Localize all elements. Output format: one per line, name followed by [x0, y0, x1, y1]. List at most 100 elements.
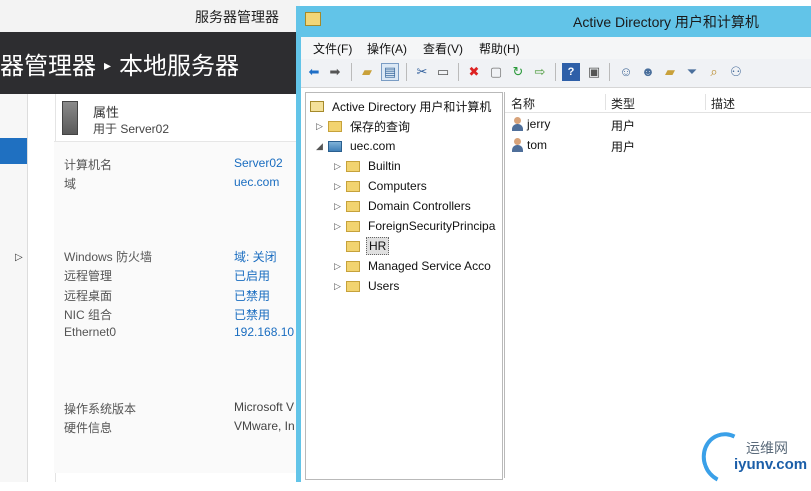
copy-icon[interactable]: ▭ — [434, 63, 452, 81]
property-value-firewall[interactable]: 域: 关闭 — [234, 248, 277, 265]
results-pane[interactable]: 名称 类型 描述 jerry 用户 tom 用户 — [504, 92, 811, 478]
aduc-root-icon — [310, 100, 324, 112]
breadcrumb-separator: ▸ — [104, 57, 112, 73]
properties-subtitle: 用于 Server02 — [93, 122, 170, 136]
property-value-os-version: Microsoft V — [234, 400, 295, 414]
tree-item-domain-controllers[interactable]: ▷ Domain Controllers — [334, 197, 473, 215]
delete-icon[interactable]: ✖ — [465, 63, 483, 81]
breadcrumb: 器管理器 ▸ 本地服务器 — [0, 46, 239, 81]
aduc-panes: Active Directory 用户和计算机 ▷ 保存的查询 ◢ uec.co… — [301, 88, 811, 482]
new-group-icon[interactable]: ☻ — [639, 63, 657, 81]
property-value-remote-management[interactable]: 已启用 — [234, 267, 270, 284]
up-folder-icon[interactable]: ▰ — [358, 63, 376, 81]
aduc-titlebar[interactable]: Active Directory 用户和计算机 — [296, 6, 811, 37]
tree-item-managed-service-accounts[interactable]: ▷ Managed Service Acco — [334, 257, 493, 275]
nav-item-local-server[interactable] — [0, 138, 27, 164]
property-value-hardware: VMware, In — [234, 419, 295, 433]
property-label-remote-management: 远程管理 — [64, 269, 113, 283]
ou-icon — [346, 240, 360, 252]
tree-item-domain[interactable]: ◢ uec.com — [316, 137, 397, 155]
forward-icon[interactable]: ➡ — [326, 63, 344, 81]
new-user-icon[interactable]: ☺ — [617, 63, 635, 81]
list-header: 名称 类型 描述 — [505, 92, 811, 113]
tree-item-foreign-security-principals[interactable]: ▷ ForeignSecurityPrincipa — [334, 217, 497, 235]
user-name: jerry — [527, 117, 551, 131]
property-label-computer-name: 计算机名 — [64, 158, 113, 172]
watermark-line2: iyunv.com — [734, 456, 808, 473]
collapse-arrow-icon[interactable]: ◢ — [316, 141, 328, 152]
watermark-logo: 运维网 iyunv.com — [694, 425, 811, 491]
aduc-title: Active Directory 用户和计算机 — [573, 14, 759, 30]
server-manager-nav: ▷ — [0, 94, 28, 482]
user-icon — [512, 138, 523, 152]
property-label-nic-teaming: NIC 组合 — [64, 308, 113, 322]
menu-action[interactable]: 操作(A) — [367, 40, 407, 57]
add-to-group-icon[interactable]: ⚇ — [727, 63, 745, 81]
tree-item-hr[interactable]: HR — [334, 237, 390, 255]
property-value-ethernet0[interactable]: 192.168.10 — [234, 325, 294, 339]
menubar: 文件(F) 操作(A) 查看(V) 帮助(H) — [301, 37, 811, 59]
property-label-remote-desktop: 远程桌面 — [64, 289, 113, 303]
list-item[interactable]: jerry 用户 — [505, 114, 811, 134]
property-label-ethernet0: Ethernet0 — [64, 325, 117, 339]
property-value-nic-teaming[interactable]: 已禁用 — [234, 306, 270, 323]
property-label-os-version: 操作系统版本 — [64, 402, 137, 416]
server-manager-title: 服务器管理器 — [195, 9, 279, 25]
find-icon[interactable]: ⌕ — [705, 63, 723, 81]
folder-icon — [328, 120, 342, 132]
menu-help[interactable]: 帮助(H) — [479, 40, 520, 57]
tree-item-computers[interactable]: ▷ Computers — [334, 177, 429, 195]
aduc-app-icon[interactable] — [305, 12, 321, 26]
tree-item-builtin[interactable]: ▷ Builtin — [334, 157, 403, 175]
menu-file[interactable]: 文件(F) — [313, 40, 352, 57]
show-tree-icon[interactable]: ▤ — [381, 63, 399, 81]
console-tree[interactable]: Active Directory 用户和计算机 ▷ 保存的查询 ◢ uec.co… — [305, 92, 503, 480]
nav-expand-arrow-icon[interactable]: ▷ — [15, 252, 23, 263]
tree-item-saved-queries[interactable]: ▷ 保存的查询 — [316, 117, 412, 135]
help-icon[interactable]: ? — [562, 63, 580, 81]
expand-arrow-icon[interactable]: ▷ — [334, 161, 346, 172]
property-value-computer-name[interactable]: Server02 — [234, 156, 283, 170]
folder-icon — [346, 180, 360, 192]
property-label-firewall: Windows 防火墙 — [64, 250, 153, 264]
column-description[interactable]: 描述 — [711, 95, 735, 112]
cut-icon[interactable]: ✂ — [413, 63, 431, 81]
properties-icon[interactable]: ▢ — [487, 63, 505, 81]
list-item[interactable]: tom 用户 — [505, 135, 811, 155]
property-value-remote-desktop[interactable]: 已禁用 — [234, 287, 270, 304]
expand-arrow-icon[interactable]: ▷ — [316, 121, 328, 132]
menu-view[interactable]: 查看(V) — [423, 40, 463, 57]
watermark-line1: 运维网 — [746, 440, 788, 456]
console-icon[interactable]: ▣ — [585, 63, 603, 81]
breadcrumb-parent[interactable]: 器管理器 — [0, 53, 96, 80]
tree-item-users[interactable]: ▷ Users — [334, 277, 401, 295]
expand-arrow-icon[interactable]: ▷ — [334, 181, 346, 192]
refresh-icon[interactable]: ↻ — [509, 63, 527, 81]
breadcrumb-current: 本地服务器 — [119, 53, 240, 80]
folder-icon — [346, 260, 360, 272]
server-icon — [62, 101, 78, 135]
property-label-domain: 域 — [64, 177, 77, 191]
user-type: 用户 — [611, 119, 636, 133]
back-icon[interactable]: ⬅ — [305, 63, 323, 81]
aduc-window: Active Directory 用户和计算机 文件(F) 操作(A) 查看(V… — [296, 6, 811, 482]
export-icon[interactable]: ⇨ — [531, 63, 549, 81]
column-name[interactable]: 名称 — [511, 95, 535, 112]
properties-list: 计算机名 Server02 域 uec.com Windows 防火墙 域: 关… — [54, 141, 300, 473]
tree-root[interactable]: Active Directory 用户和计算机 — [310, 97, 493, 115]
user-icon — [512, 117, 523, 131]
folder-icon — [346, 160, 360, 172]
column-type[interactable]: 类型 — [611, 95, 635, 112]
server-manager-titlebar: 服务器管理器 — [0, 0, 300, 32]
server-manager-header: 器管理器 ▸ 本地服务器 — [0, 32, 300, 94]
filter-icon[interactable]: ⏷ — [683, 63, 701, 81]
expand-arrow-icon[interactable]: ▷ — [334, 221, 346, 232]
folder-icon — [346, 280, 360, 292]
expand-arrow-icon[interactable]: ▷ — [334, 201, 346, 212]
toolbar: ⬅ ➡ ▰ ▤ ✂ ▭ ✖ ▢ ↻ ⇨ ? ▣ ☺ ☻ ▰ ⏷ ⌕ ⚇ — [301, 59, 811, 88]
expand-arrow-icon[interactable]: ▷ — [334, 261, 346, 272]
expand-arrow-icon[interactable]: ▷ — [334, 281, 346, 292]
properties-title: 属性 — [93, 105, 120, 120]
property-value-domain[interactable]: uec.com — [234, 175, 279, 189]
new-ou-icon[interactable]: ▰ — [661, 63, 679, 81]
